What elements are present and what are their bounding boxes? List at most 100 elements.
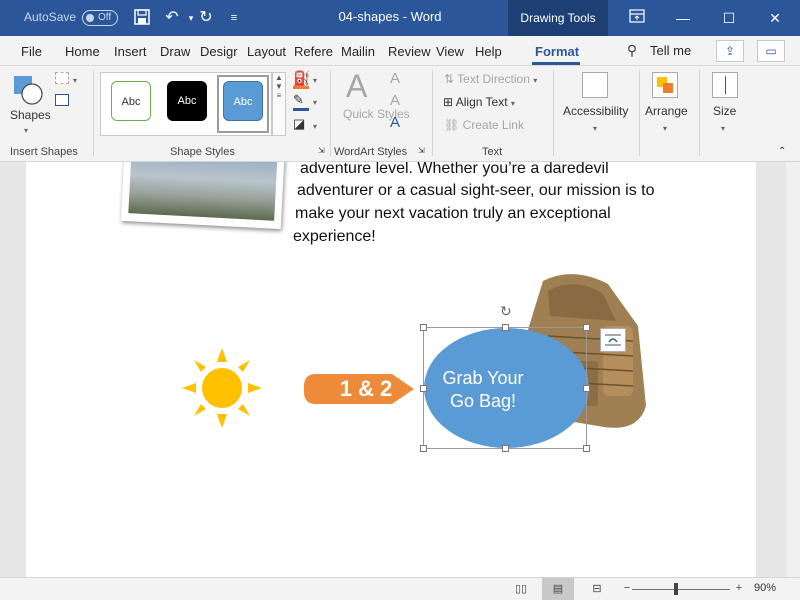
tab-home[interactable]: Home (65, 44, 100, 59)
quick-styles-icon: A (346, 68, 368, 104)
resize-handle[interactable] (502, 324, 509, 331)
minimize-icon[interactable]: — (660, 0, 706, 36)
ribbon-display-icon[interactable] (614, 0, 660, 36)
ribbon-separator (432, 70, 433, 156)
edit-shape-caret-icon[interactable]: ▾ (73, 72, 77, 86)
text-fill-icon: A (390, 70, 401, 87)
autosave-state: Off (98, 12, 112, 23)
undo-icon[interactable]: ↶ (162, 8, 182, 28)
text-outline-icon: A (390, 92, 401, 109)
document-title: 04-shapes - Word (338, 9, 442, 24)
outline-caret-icon[interactable]: ▾ (313, 94, 317, 108)
tab-mailings[interactable]: Mailin (341, 44, 381, 59)
resize-handle[interactable] (502, 445, 509, 452)
tab-insert[interactable]: Insert (114, 44, 147, 59)
tab-design[interactable]: Desigr (200, 44, 240, 59)
resize-handle[interactable] (420, 324, 427, 331)
text-effects-icon[interactable]: A (390, 114, 400, 131)
web-layout-icon[interactable]: ⊟ (588, 582, 606, 596)
vertical-scrollbar[interactable] (786, 162, 800, 577)
layout-options-icon[interactable] (600, 328, 626, 352)
sun-shape[interactable] (182, 348, 262, 428)
resize-handle[interactable] (583, 445, 590, 452)
tab-references[interactable]: Refere (294, 44, 334, 59)
resize-handle[interactable] (420, 385, 427, 392)
status-bar: ▯▯ ▤ ⊟ − + 90% (0, 577, 800, 600)
text-group-label: Text (482, 146, 503, 158)
tab-file[interactable]: File (21, 44, 42, 59)
tell-me-search[interactable]: Tell me (650, 43, 691, 58)
alt-text-icon[interactable] (582, 72, 608, 98)
edit-shape-icon[interactable] (55, 72, 69, 84)
tab-draw[interactable]: Draw (160, 44, 190, 59)
comments-button[interactable]: ▭ (757, 40, 785, 62)
shape-style-swatch[interactable]: Abc (167, 81, 207, 121)
arrange-button[interactable]: Arrange (645, 104, 688, 118)
shape-style-swatch-selected[interactable]: Abc (223, 81, 263, 121)
ribbon-separator (639, 70, 640, 156)
print-layout-icon[interactable]: ▤ (549, 582, 567, 596)
callout-text: 1 & 2 (339, 376, 393, 401)
resize-handle[interactable] (583, 324, 590, 331)
selection-box (423, 327, 587, 449)
create-link-button: ⛓ Create Link (444, 118, 524, 132)
title-bar: AutoSave Off ↶ ▾ ↻ ≡ 04-shapes - Word Dr… (0, 0, 800, 36)
customize-toolbar-icon[interactable]: ≡ (224, 8, 244, 28)
wordart-launcher-icon[interactable]: ⇲ (418, 146, 425, 155)
insert-shapes-group-label: Insert Shapes (10, 146, 78, 158)
zoom-slider[interactable] (632, 589, 730, 590)
text-direction-button: ⇅ Text Direction ▾ (444, 72, 538, 86)
shapes-label: Shapes (10, 108, 51, 122)
resize-handle[interactable] (583, 385, 590, 392)
autosave-label: AutoSave (24, 10, 77, 24)
cathedral-photo[interactable] (120, 162, 286, 230)
text-box-icon[interactable] (55, 94, 69, 106)
arrange-caret-icon: ▾ (663, 124, 668, 133)
shape-outline-icon[interactable]: ✎ (293, 92, 304, 108)
ribbon-separator (553, 70, 554, 156)
outline-color-bar (293, 108, 309, 111)
shapes-icon (14, 76, 43, 105)
paragraph-line: adventurer or a casual sight-seer, our m… (297, 182, 655, 199)
wordart-group-label: WordArt Styles (334, 146, 408, 158)
drawing-tools-context: Drawing Tools (508, 0, 608, 36)
active-tab-indicator (532, 62, 580, 65)
effects-caret-icon[interactable]: ▾ (313, 118, 317, 132)
size-button[interactable]: Size (713, 104, 736, 118)
shape-style-swatch[interactable]: Abc (111, 81, 151, 121)
fill-caret-icon[interactable]: ▾ (313, 72, 317, 86)
shape-fill-icon[interactable]: ⛽ (293, 70, 310, 87)
redo-icon[interactable]: ↻ (196, 8, 216, 28)
close-icon[interactable]: ✕ (752, 0, 798, 36)
resize-handle[interactable] (420, 445, 427, 452)
collapse-ribbon-icon[interactable]: ⌃ (778, 146, 786, 157)
accessibility-button[interactable]: Accessibility (563, 104, 628, 118)
tab-review[interactable]: Review (388, 44, 431, 59)
arrange-icon[interactable] (652, 72, 678, 98)
tab-format[interactable]: Format (535, 44, 579, 59)
lightbulb-icon: ⚲ (626, 42, 638, 58)
ribbon-tabs: File Home Insert Draw Desigr Layout Refe… (0, 36, 800, 66)
shape-styles-group-label: Shape Styles (170, 146, 235, 158)
autosave-toggle[interactable]: Off (82, 10, 118, 26)
save-icon[interactable] (132, 8, 152, 28)
shapes-gallery-button[interactable] (10, 72, 50, 132)
read-mode-icon[interactable]: ▯▯ (512, 582, 530, 596)
tab-help[interactable]: Help (475, 44, 502, 59)
zoom-in-icon[interactable]: + (730, 582, 748, 596)
zoom-level[interactable]: 90% (754, 582, 776, 594)
maximize-icon[interactable]: ☐ (706, 0, 752, 36)
tab-layout[interactable]: Layout (247, 44, 286, 59)
ribbon-separator (330, 70, 331, 156)
shape-effects-icon[interactable]: ◪ (293, 116, 305, 132)
gallery-scroll[interactable]: ▲ ▼ ≡ (272, 72, 286, 136)
rotate-handle-icon[interactable]: ↻ (500, 303, 512, 320)
document-page[interactable]: adventure level. Whether you’re a darede… (26, 162, 756, 577)
size-icon[interactable] (712, 72, 738, 98)
ribbon-format: Shapes ▾ ▾ Insert Shapes Abc Abc Abc ▲ ▼ ≡… (0, 66, 800, 162)
zoom-slider-thumb[interactable] (674, 583, 678, 595)
shape-styles-launcher-icon[interactable]: ⇲ (318, 146, 325, 155)
align-text-button[interactable]: ⊞ Align Text ▾ (443, 95, 515, 109)
share-button[interactable]: ⇪ (716, 40, 744, 62)
tab-view[interactable]: View (436, 44, 464, 59)
